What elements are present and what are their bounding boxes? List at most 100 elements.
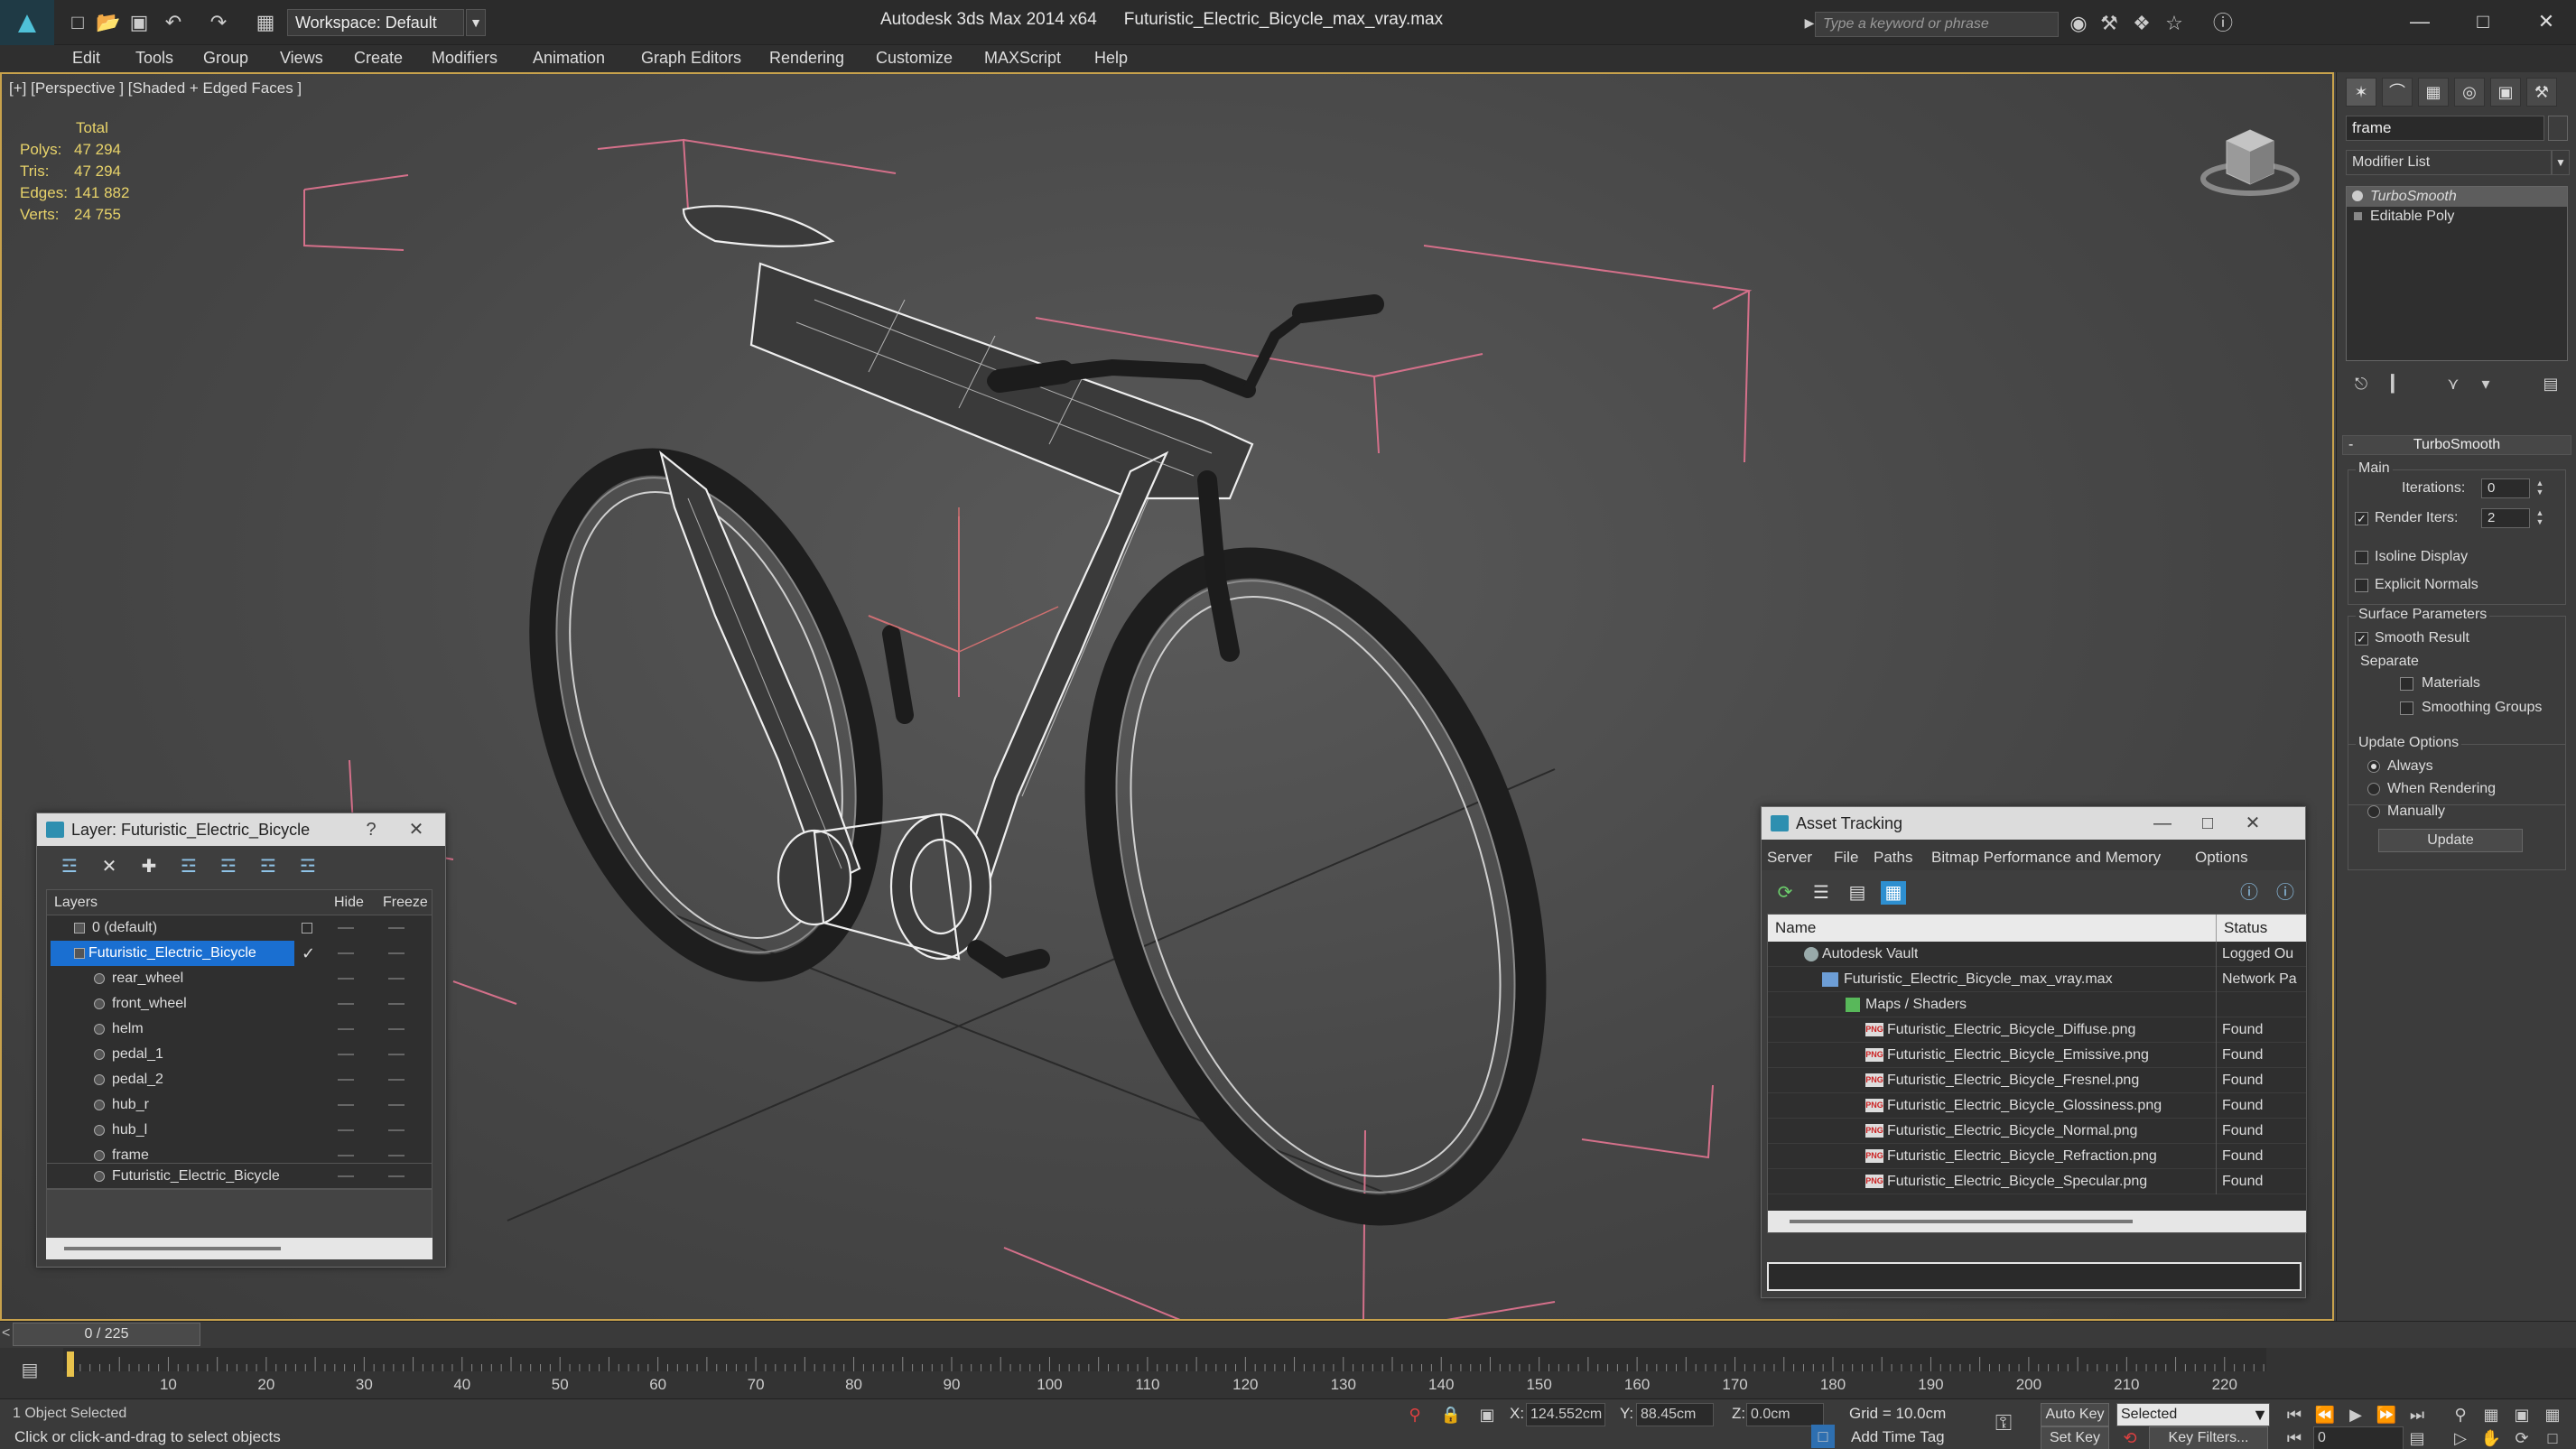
search-input[interactable]: Type a keyword or phrase xyxy=(1815,12,2059,37)
key-filters-button[interactable]: Key Filters... xyxy=(2149,1426,2268,1449)
subscription-icon[interactable]: ⚒ xyxy=(2097,11,2122,36)
hide-toggle[interactable] xyxy=(338,1175,354,1177)
layer-row[interactable]: frame xyxy=(47,1143,432,1163)
asset-row[interactable]: Autodesk Vault Logged Ou xyxy=(1768,942,2306,967)
asset-row[interactable]: PNG Futuristic_Electric_Bicycle_Normal.pn… xyxy=(1768,1119,2306,1144)
freeze-toggle[interactable] xyxy=(388,1129,405,1131)
hide-toggle[interactable] xyxy=(338,1155,354,1156)
time-slider[interactable]: 0 / 225 xyxy=(13,1323,200,1346)
menu-group[interactable]: Group xyxy=(203,49,248,68)
orbit-icon[interactable]: ⟳ xyxy=(2510,1426,2534,1449)
table-view-icon[interactable]: ▦ xyxy=(1881,881,1906,905)
show-end-result-icon[interactable]: ▎ xyxy=(2385,372,2409,395)
hide-toggle[interactable] xyxy=(338,1104,354,1106)
freeze-toggle[interactable] xyxy=(388,927,405,929)
turbosmooth-rollout-header[interactable]: - TurboSmooth xyxy=(2342,435,2571,455)
delete-layer-icon[interactable]: ✕ xyxy=(97,855,122,878)
remove-modifier-icon[interactable]: ▾ xyxy=(2474,372,2497,395)
key-mode-toggle-icon[interactable]: ⏮ xyxy=(2283,1426,2306,1449)
menu-rendering[interactable]: Rendering xyxy=(769,49,844,68)
materials-checkbox[interactable] xyxy=(2400,677,2413,691)
absolute-mode-icon[interactable]: ▣ xyxy=(1475,1403,1499,1426)
zoom-icon[interactable]: ⚲ xyxy=(2449,1403,2472,1426)
close-icon[interactable]: ✕ xyxy=(398,813,434,846)
maximize-viewport-icon[interactable]: □ xyxy=(2541,1426,2564,1449)
asset-menu-paths[interactable]: Paths xyxy=(1874,849,1912,867)
menu-customize[interactable]: Customize xyxy=(876,49,953,68)
undo-icon[interactable]: ↶ xyxy=(161,11,186,34)
asset-row[interactable]: PNG Futuristic_Electric_Bicycle_Specular.… xyxy=(1768,1169,2306,1194)
help-icon[interactable]: ⓘ xyxy=(2210,11,2236,36)
asset-row[interactable]: PNG Futuristic_Electric_Bicycle_Fresnel.p… xyxy=(1768,1068,2306,1093)
layer-row[interactable]: rear_wheel xyxy=(47,966,432,991)
pin-stack-icon[interactable]: ⎋ xyxy=(2349,372,2373,395)
stack-item-editable-poly[interactable]: Editable Poly xyxy=(2347,207,2567,227)
update-button[interactable]: Update xyxy=(2378,829,2523,852)
refresh-icon[interactable]: ⟳ xyxy=(1772,881,1798,905)
menu-views[interactable]: Views xyxy=(280,49,323,68)
key-set-dropdown[interactable]: Selected xyxy=(2116,1403,2270,1426)
minimize-icon[interactable]: — xyxy=(2397,5,2442,38)
zoom-extents-all-icon[interactable]: ▦ xyxy=(2541,1403,2564,1426)
asset-row[interactable]: Maps / Shaders xyxy=(1768,992,2306,1017)
layer-row[interactable]: pedal_1 xyxy=(47,1042,432,1067)
hide-toggle[interactable] xyxy=(338,1003,354,1005)
layer-row[interactable]: helm xyxy=(47,1017,432,1042)
highlight-selected-layer-icon[interactable]: ☲ xyxy=(216,855,241,878)
asset-menu-options[interactable]: Options xyxy=(2195,849,2248,867)
iterations-spinner[interactable]: 0 xyxy=(2481,478,2530,498)
hide-toggle[interactable] xyxy=(338,1129,354,1131)
maximize-icon[interactable]: □ xyxy=(2190,807,2226,840)
create-tab-icon[interactable]: ✶ xyxy=(2346,78,2376,107)
set-key-mode-icon[interactable]: ⚿ xyxy=(1992,1412,2015,1435)
menu-help[interactable]: Help xyxy=(1094,49,1128,68)
spinner-arrows-icon[interactable]: ▲ ▼ xyxy=(2534,508,2546,528)
col-name[interactable]: Name xyxy=(1775,915,1816,942)
close-icon[interactable]: ✕ xyxy=(2524,5,2569,38)
current-frame-field[interactable]: 0 xyxy=(2313,1426,2404,1449)
layer-row[interactable]: front_wheel xyxy=(47,991,432,1017)
menu-edit[interactable]: Edit xyxy=(72,49,100,68)
close-icon[interactable]: ✕ xyxy=(2235,807,2271,840)
hide-all-layers-icon[interactable]: ☲ xyxy=(256,855,281,878)
previous-frame-icon[interactable]: < xyxy=(2,1325,10,1342)
asset-row[interactable]: PNG Futuristic_Electric_Bicycle_Emissive.… xyxy=(1768,1043,2306,1068)
app-logo-icon[interactable]: ▲ xyxy=(0,0,54,45)
hide-toggle[interactable] xyxy=(338,1028,354,1030)
layer-row[interactable]: 0 (default) xyxy=(47,915,432,941)
freeze-toggle[interactable] xyxy=(388,1054,405,1055)
display-tab-icon[interactable]: ▣ xyxy=(2490,78,2521,107)
stack-item-turbosmooth[interactable]: TurboSmooth xyxy=(2347,187,2567,207)
asset-menu-file[interactable]: File xyxy=(1834,849,1858,867)
go-to-start-icon[interactable]: ⏮ xyxy=(2283,1403,2306,1426)
freeze-toggle[interactable] xyxy=(388,1028,405,1030)
layer-row[interactable]: pedal_2 xyxy=(47,1067,432,1092)
menu-animation[interactable]: Animation xyxy=(533,49,605,68)
scrollbar-thumb[interactable] xyxy=(1790,1220,2133,1223)
modifier-list-dropdown[interactable]: Modifier List xyxy=(2346,150,2552,175)
col-hide[interactable]: Hide xyxy=(334,890,364,915)
binoculars-icon[interactable]: ◉ xyxy=(2066,11,2091,36)
add-to-layer-icon[interactable]: ✚ xyxy=(136,855,162,878)
key-filter-icon[interactable]: ⟲ xyxy=(2118,1426,2142,1449)
help-icon[interactable]: ? xyxy=(353,813,389,846)
freeze-toggle[interactable] xyxy=(388,978,405,980)
layer-row[interactable]: hub_r xyxy=(47,1092,432,1118)
chevron-down-icon[interactable]: ▼ xyxy=(2248,1403,2272,1426)
freeze-toggle[interactable] xyxy=(388,1175,405,1177)
selection-lock-icon[interactable]: 🔒 xyxy=(1439,1403,1463,1426)
x-coordinate-field[interactable]: 124.552cm xyxy=(1526,1403,1605,1426)
scrollbar-thumb[interactable] xyxy=(64,1247,281,1250)
isoline-display-checkbox[interactable] xyxy=(2355,551,2368,564)
col-status[interactable]: Status xyxy=(2216,915,2306,942)
viewport-label[interactable]: [+] [Perspective ] [Shaded + Edged Faces… xyxy=(9,79,302,98)
manually-radio[interactable] xyxy=(2367,805,2380,818)
freeze-toggle[interactable] xyxy=(388,1079,405,1081)
add-time-tag[interactable]: Add Time Tag xyxy=(1851,1428,1945,1446)
asset-row[interactable]: PNG Futuristic_Electric_Bicycle_Refractio… xyxy=(1768,1144,2306,1169)
open-file-icon[interactable]: 📂 xyxy=(96,11,121,34)
horizontal-scrollbar[interactable] xyxy=(1768,1211,2306,1232)
help-search-icon[interactable]: ⓘ xyxy=(2273,881,2298,905)
menu-tools[interactable]: Tools xyxy=(135,49,173,68)
menu-maxscript[interactable]: MAXScript xyxy=(984,49,1061,68)
